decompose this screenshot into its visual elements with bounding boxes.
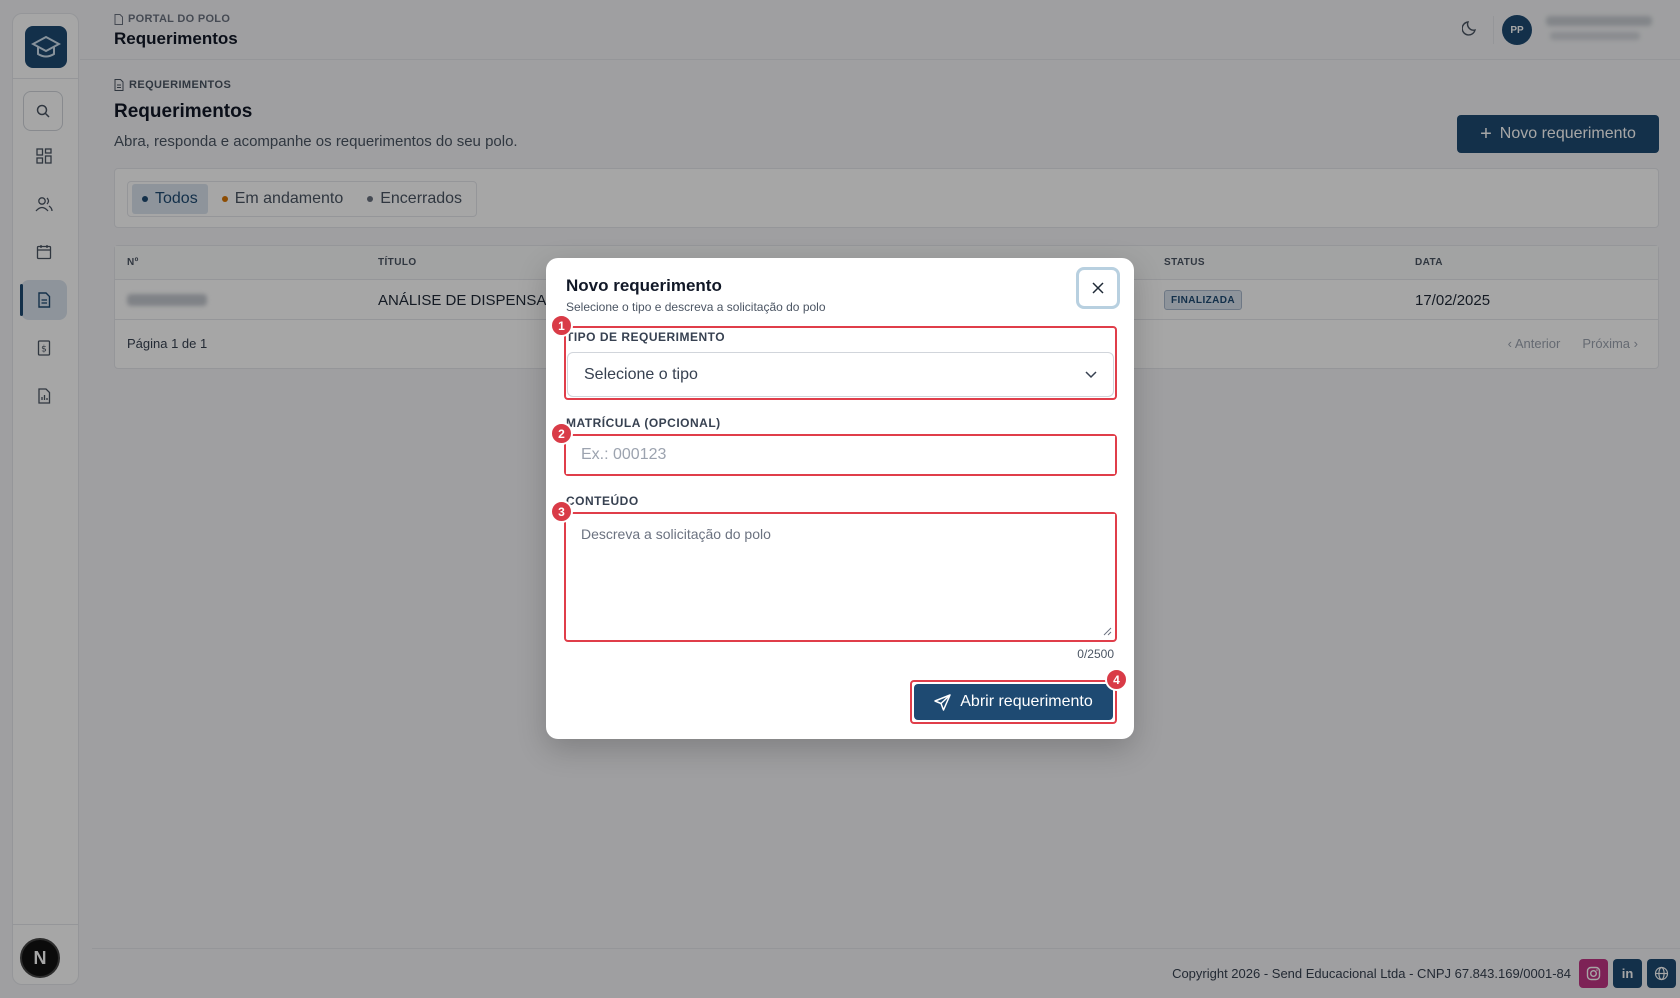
step-marker: 1 bbox=[550, 314, 573, 337]
modal-title: Novo requerimento bbox=[566, 276, 722, 295]
close-button[interactable] bbox=[1076, 267, 1120, 309]
enrollment-label: MATRÍCULA (OPCIONAL) bbox=[566, 416, 721, 430]
modal-subtitle: Selecione o tipo e descreva a solicitaçã… bbox=[566, 300, 826, 314]
chevron-down-icon bbox=[1085, 370, 1097, 378]
step-marker: 4 bbox=[1105, 668, 1128, 691]
character-counter: 0/2500 bbox=[1077, 647, 1114, 661]
content-label: CONTEÚDO bbox=[566, 494, 639, 508]
highlight-box-submit: Abrir requerimento bbox=[910, 680, 1117, 724]
step-marker: 2 bbox=[550, 422, 573, 445]
step-marker: 3 bbox=[550, 500, 573, 523]
close-icon bbox=[1092, 282, 1104, 294]
submit-button[interactable]: Abrir requerimento bbox=[914, 684, 1113, 720]
enrollment-input[interactable] bbox=[566, 436, 1115, 474]
type-select[interactable]: Selecione o tipo bbox=[567, 352, 1114, 397]
submit-label: Abrir requerimento bbox=[960, 693, 1093, 710]
type-label: TIPO DE REQUERIMENTO bbox=[566, 330, 726, 344]
type-select-value: Selecione o tipo bbox=[584, 365, 698, 383]
content-textarea[interactable] bbox=[566, 514, 1115, 638]
send-icon bbox=[934, 693, 951, 711]
resize-handle-icon[interactable] bbox=[1102, 626, 1112, 636]
new-request-modal: Novo requerimento Selecione o tipo e des… bbox=[546, 258, 1134, 739]
